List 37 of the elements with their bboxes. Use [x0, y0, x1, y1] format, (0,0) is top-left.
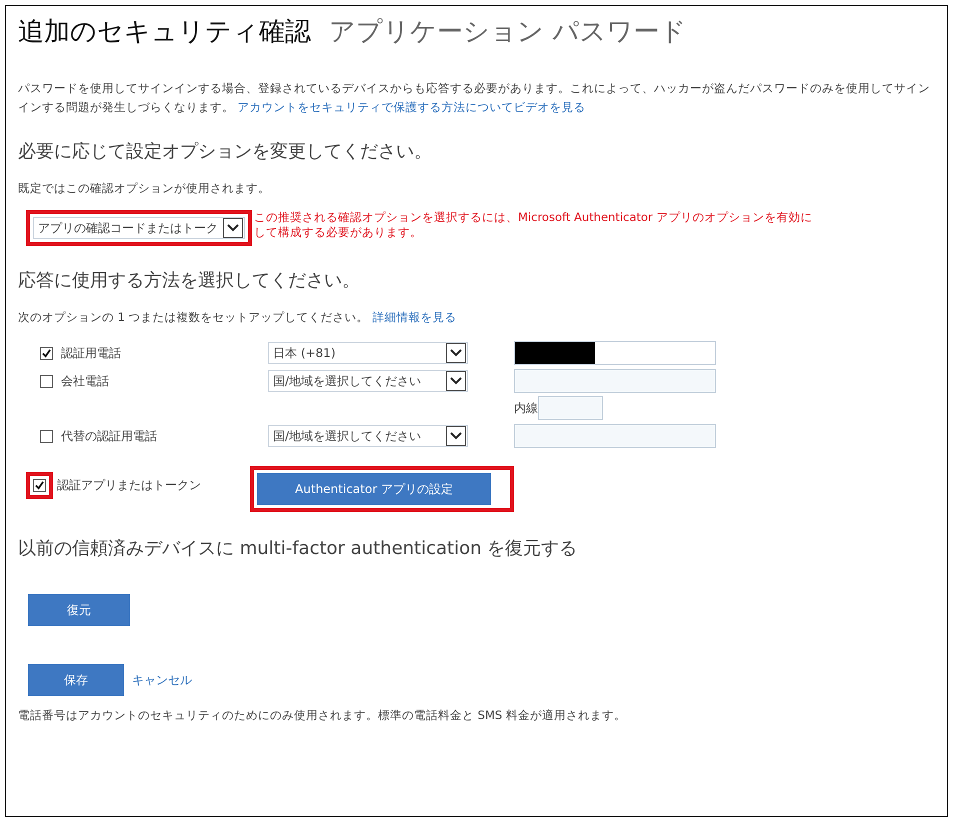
restore-button[interactable]: 復元 [28, 594, 130, 626]
extension-label: 内線 [514, 400, 538, 416]
dropdown[interactable]: 国/地域を選択してください [268, 425, 468, 447]
method-label: 会社電話 [40, 369, 268, 393]
method-label: 代替の認証用電話 [40, 424, 268, 448]
checkbox[interactable] [40, 430, 53, 442]
dropdown[interactable]: 日本 (+81) [268, 342, 468, 364]
section-heading: 応答に使用する方法を選択してください。 [18, 269, 361, 292]
phone-field[interactable] [514, 341, 716, 365]
checkbox[interactable] [33, 479, 46, 492]
caret-icon [446, 426, 466, 446]
details-link[interactable]: 詳細情報を見る [372, 310, 456, 324]
note-text: 既定ではこの確認オプションが使用されます。 [18, 181, 271, 196]
dropdown[interactable]: 国/地域を選択してください [268, 370, 468, 392]
caret-icon [223, 218, 243, 238]
cancel-link[interactable]: キャンセル [132, 672, 192, 688]
page-tab[interactable]: 追加のセキュリティ確認 [18, 14, 311, 49]
caret-icon [446, 343, 466, 363]
method-label: 認証用電話 [40, 341, 268, 365]
section-heading: 必要に応じて設定オプションを変更してください。 [18, 140, 433, 163]
section-heading: 以前の信頼済みデバイスに multi-factor authentication を復元する [18, 537, 578, 560]
authenticator-setup-button[interactable]: Authenticator アプリの設定 [257, 473, 491, 505]
caret-icon [446, 371, 466, 391]
checkbox[interactable] [40, 346, 53, 360]
method-label: 認証アプリまたはトークン [57, 477, 201, 494]
dropdown[interactable]: アプリの確認コードまたはトーク [33, 217, 245, 239]
video-link[interactable]: アカウントをセキュリティで保護する方法についてビデオを見る [238, 100, 586, 114]
footer-text: 電話番号はアカウントのセキュリティのためにのみ使用されます。標準の電話料金と SMS 料金が適用されます。 [18, 708, 627, 723]
checkbox[interactable] [40, 374, 53, 388]
phone-field[interactable] [514, 424, 716, 448]
intro-text: パスワードを使用してサインインする場合、登録されているデバイスからも応答する必要があります。これによって、ハッカーが盗んだパスワードのみを使用してサインインする問題が発生しづらくなります。 アカウントをセキュリティで保護する方法についてビデオを見る [18, 80, 931, 116]
page-tab[interactable]: アプリケーション パスワード [329, 14, 686, 49]
extension-field[interactable] [538, 396, 603, 420]
save-button[interactable]: 保存 [28, 664, 124, 696]
phone-field[interactable] [514, 369, 716, 393]
warning-text: この推奨される確認オプションを選択するには、Microsoft Authenticator アプリのオプションを有効にして構成する必要があります。 [254, 210, 814, 240]
note-text: 次のオプションの 1 つまたは複数をセットアップしてください。 詳細情報を見る [18, 310, 458, 325]
